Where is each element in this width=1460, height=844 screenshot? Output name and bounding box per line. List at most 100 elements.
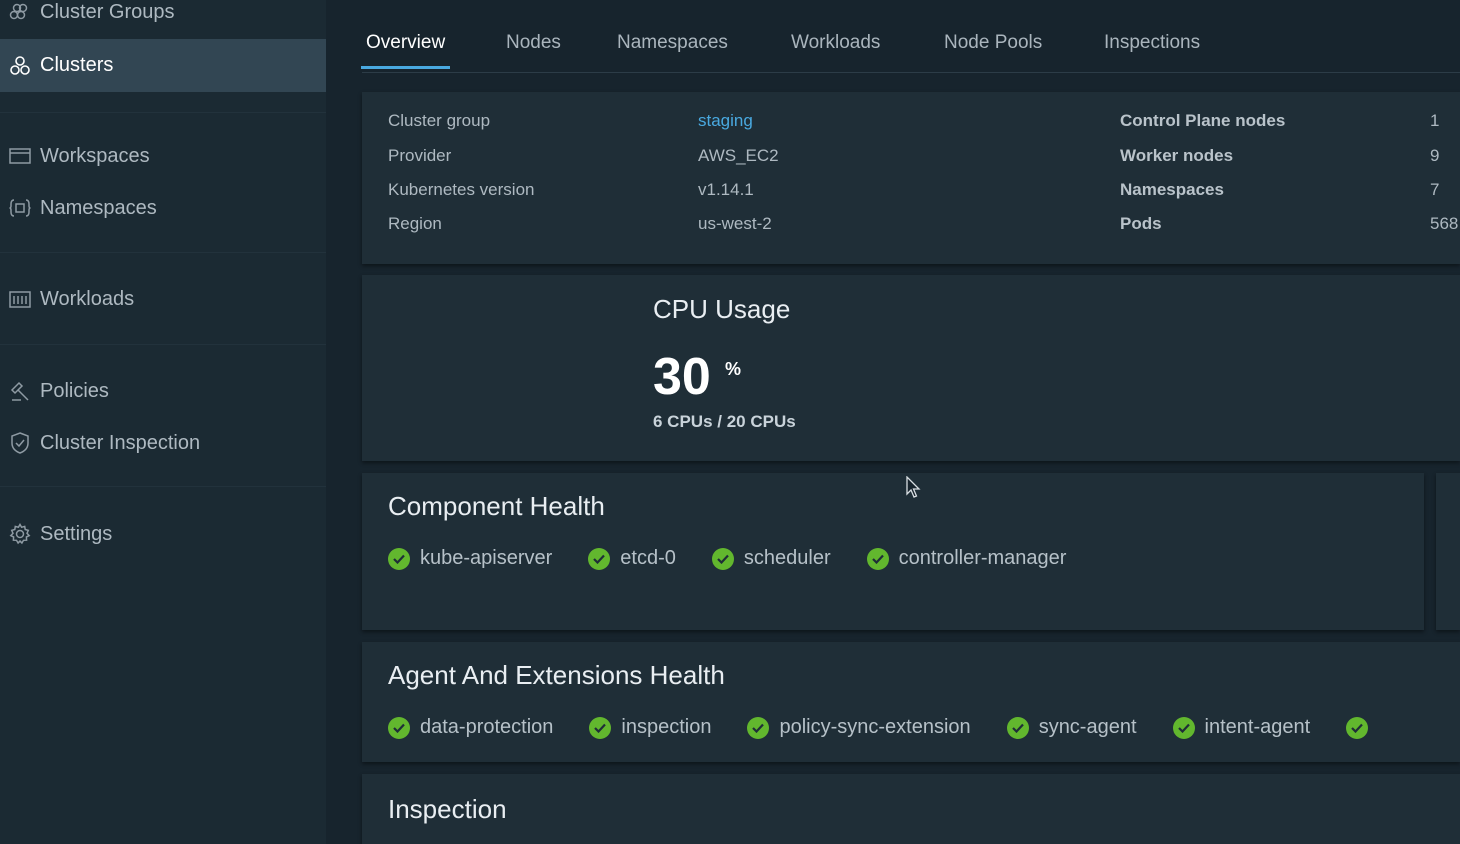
tab-node-pools[interactable]: Node Pools — [944, 32, 1042, 66]
sidebar-item-label: Clusters — [40, 54, 114, 76]
kubernetes-version-value: v1.14.1 — [698, 180, 754, 199]
component-health-title: Component Health — [388, 491, 605, 521]
tab-nodes[interactable]: Nodes — [506, 32, 561, 66]
divider — [0, 486, 326, 487]
component-status-item: kube-apiserver — [388, 547, 552, 570]
sidebar-item-namespaces[interactable]: Namespaces — [0, 182, 326, 234]
agent-health-title: Agent And Extensions Health — [388, 660, 725, 690]
cluster-group-link[interactable]: staging — [698, 111, 753, 131]
component-status-item: scheduler — [711, 547, 831, 570]
sidebar-item-label: Workloads — [40, 287, 135, 310]
pods-label: Pods — [1120, 214, 1162, 233]
agent-status-item: intent-agent — [1172, 716, 1311, 739]
sidebar: Cluster Groups Clusters Workspaces Names… — [0, 0, 326, 844]
sidebar-item-settings[interactable]: Settings — [0, 508, 326, 560]
sidebar-item-label: Settings — [40, 522, 113, 545]
agent-name: inspection — [621, 716, 712, 738]
page-title-clipped — [406, 0, 446, 6]
side-card-clipped — [1436, 473, 1460, 630]
cluster-groups-icon — [8, 0, 32, 24]
check-circle-icon — [1172, 716, 1195, 739]
workspaces-icon — [8, 144, 32, 168]
agent-status-item: policy-sync-extension — [747, 716, 971, 739]
main-content: Overview Nodes Namespaces Workloads Node… — [326, 0, 1460, 844]
divider — [0, 252, 326, 253]
cluster-group-label: Cluster group — [388, 111, 491, 130]
sidebar-item-workloads[interactable]: Workloads — [0, 273, 326, 325]
cpu-usage-title: CPU Usage — [653, 294, 791, 324]
check-circle-icon — [1006, 716, 1029, 739]
sidebar-item-label: Cluster Inspection — [40, 431, 201, 454]
sidebar-item-cluster-groups[interactable]: Cluster Groups — [0, 0, 326, 38]
pods-value: 568 — [1430, 214, 1459, 233]
check-circle-icon — [747, 716, 770, 739]
kubernetes-version-label: Kubernetes version — [388, 180, 535, 199]
provider-label: Provider — [388, 146, 452, 165]
component-health-card: Component Health kube-apiserver etcd-0 s… — [362, 473, 1424, 630]
cpu-usage-detail: 6 CPUs / 20 CPUs — [653, 412, 796, 431]
workloads-icon — [8, 287, 32, 311]
sidebar-item-workspaces[interactable]: Workspaces — [0, 130, 326, 182]
check-circle-icon — [866, 547, 889, 570]
agent-name: policy-sync-extension — [779, 716, 971, 738]
cpu-usage-unit: % — [725, 359, 742, 379]
namespaces-icon — [8, 196, 32, 220]
component-name: scheduler — [743, 547, 831, 569]
policies-icon — [8, 379, 32, 403]
agent-health-list: data-protection inspection policy-sync-e… — [388, 716, 1378, 739]
divider — [0, 112, 326, 113]
region-label: Region — [388, 214, 442, 233]
agent-extensions-health-card: Agent And Extensions Health data-protect… — [362, 642, 1460, 762]
tab-bar: Overview Nodes Namespaces Workloads Node… — [360, 22, 1460, 73]
inspection-title: Inspection — [388, 794, 507, 824]
component-status-item: controller-manager — [866, 547, 1067, 570]
namespaces-count-label: Namespaces — [1120, 180, 1224, 199]
sidebar-item-clusters[interactable]: Clusters — [0, 39, 326, 92]
check-circle-icon — [588, 547, 611, 570]
component-status-item: etcd-0 — [588, 547, 676, 570]
agent-status-item: sync-agent — [1006, 716, 1137, 739]
provider-value: AWS_EC2 — [698, 146, 779, 165]
check-circle-icon — [711, 547, 734, 570]
region-value: us-west-2 — [698, 214, 772, 233]
control-plane-nodes-value: 1 — [1430, 111, 1440, 130]
check-circle-icon — [388, 547, 410, 570]
tab-overview[interactable]: Overview — [360, 32, 451, 69]
inspection-card: Inspection — [362, 774, 1460, 844]
sidebar-item-label: Policies — [40, 379, 109, 402]
sidebar-item-cluster-inspection[interactable]: Cluster Inspection — [0, 417, 326, 469]
namespaces-count-value: 7 — [1430, 180, 1440, 199]
cpu-usage-value: 30 — [653, 348, 711, 406]
clusters-icon — [8, 54, 32, 78]
agent-status-item-clipped — [1346, 716, 1378, 739]
tab-inspections[interactable]: Inspections — [1104, 32, 1200, 66]
component-name: controller-manager — [898, 547, 1067, 569]
tab-workloads[interactable]: Workloads — [791, 32, 880, 66]
cluster-summary-card: Cluster group staging Provider AWS_EC2 K… — [362, 92, 1460, 264]
settings-icon — [8, 522, 32, 546]
tab-namespaces[interactable]: Namespaces — [617, 32, 728, 66]
cpu-usage-card: CPU Usage 30 % 6 CPUs / 20 CPUs — [362, 275, 1460, 461]
divider — [0, 344, 326, 345]
sidebar-item-policies[interactable]: Policies — [0, 365, 326, 417]
sidebar-item-label: Cluster Groups — [40, 0, 175, 23]
mouse-cursor-icon — [906, 476, 921, 498]
agent-status-item: data-protection — [388, 716, 553, 739]
sidebar-item-label: Workspaces — [40, 144, 150, 167]
sidebar-item-label: Namespaces — [40, 196, 157, 219]
component-name: kube-apiserver — [420, 547, 553, 569]
agent-name: sync-agent — [1038, 716, 1137, 738]
component-name: etcd-0 — [620, 547, 676, 569]
check-circle-icon — [1346, 716, 1369, 739]
worker-nodes-label: Worker nodes — [1120, 146, 1234, 165]
control-plane-nodes-label: Control Plane nodes — [1120, 111, 1286, 130]
agent-name: data-protection — [420, 716, 554, 738]
check-circle-icon — [589, 716, 612, 739]
agent-status-item: inspection — [589, 716, 711, 739]
agent-name: intent-agent — [1204, 716, 1311, 738]
cluster-title-icon — [406, 0, 446, 8]
cluster-inspection-icon — [8, 431, 32, 455]
component-health-list: kube-apiserver etcd-0 scheduler controll… — [388, 547, 1066, 570]
check-circle-icon — [388, 716, 410, 739]
worker-nodes-value: 9 — [1430, 146, 1440, 165]
